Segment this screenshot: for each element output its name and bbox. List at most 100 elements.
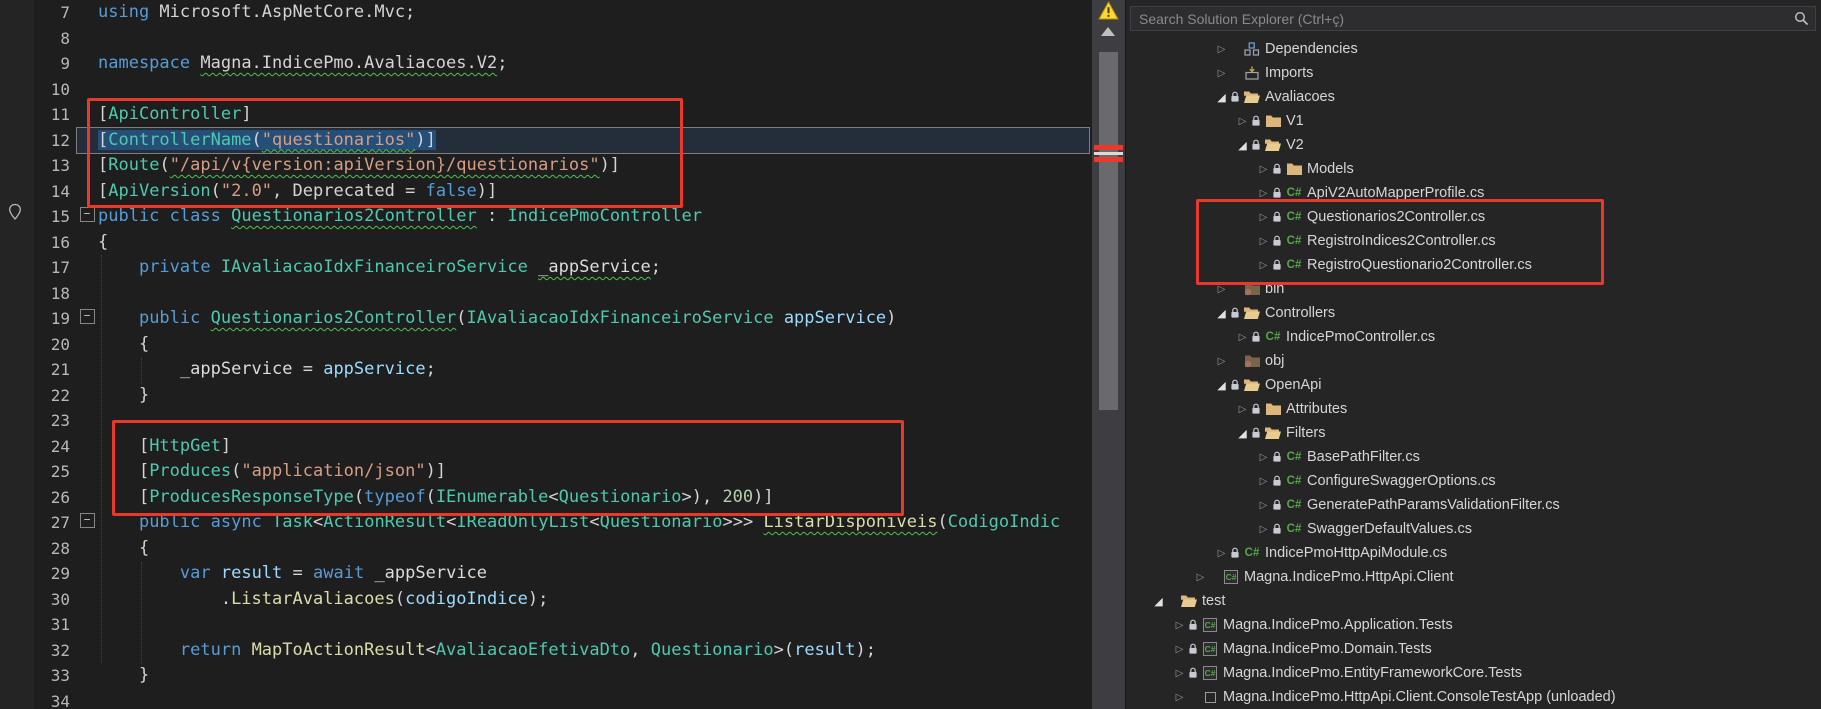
tree-item-registroindices2controller-cs[interactable]: ▷ C# RegistroIndices2Controller.cs	[1126, 229, 1821, 253]
chevron-collapsed-icon[interactable]: ▷	[1171, 620, 1188, 631]
tree-item-openapi[interactable]: ◢ OpenApi	[1126, 373, 1821, 397]
margin-pin-icon[interactable]	[7, 203, 23, 226]
code-line-15[interactable]: 15− public class Questionarios2Controller…	[0, 204, 1092, 230]
code-line-20[interactable]: 20 {	[0, 332, 1092, 358]
tree-item-apiv2automapperprofile-cs[interactable]: ▷ C# ApiV2AutoMapperProfile.cs	[1126, 181, 1821, 205]
chevron-expanded-icon[interactable]: ◢	[1234, 139, 1251, 152]
code-line-31[interactable]: 31	[0, 612, 1092, 638]
chevron-expanded-icon[interactable]: ◢	[1213, 91, 1230, 104]
code-line-17[interactable]: 17 private IAvaliacaoIdxFinanceiroServic…	[0, 255, 1092, 281]
fold-collapse-icon[interactable]: −	[76, 204, 98, 230]
tree-item-magna-indicepmo-httpapi-client-consoletestapp-unloaded[interactable]: ▷ Magna.IndicePmo.HttpApi.Client.ConsoleT…	[1126, 685, 1821, 709]
chevron-collapsed-icon[interactable]: ▷	[1255, 452, 1272, 463]
code-line-34[interactable]: 34	[0, 689, 1092, 709]
code-line-11[interactable]: 11 [ApiController]	[0, 102, 1092, 128]
chevron-collapsed-icon[interactable]: ▷	[1213, 548, 1230, 559]
code-line-32[interactable]: 32 return MapToActionResult<AvaliacaoEfe…	[0, 638, 1092, 664]
warning-triangle-icon[interactable]	[1098, 0, 1119, 25]
chevron-collapsed-icon[interactable]: ▷	[1192, 572, 1209, 583]
chevron-collapsed-icon[interactable]: ▷	[1255, 500, 1272, 511]
chevron-expanded-icon[interactable]: ◢	[1213, 307, 1230, 320]
tree-item-questionarios2controller-cs[interactable]: ▷ C# Questionarios2Controller.cs	[1126, 205, 1821, 229]
vertical-scrollbar[interactable]	[1092, 0, 1125, 709]
line-number: 14	[50, 181, 70, 201]
code-line-28[interactable]: 28 {	[0, 536, 1092, 562]
code-editor[interactable]: 7 using Microsoft.AspNetCore.Mvc; 8 9 namesp…	[0, 0, 1092, 709]
code-line-26[interactable]: 26 [ProducesResponseType(typeof(IEnumera…	[0, 485, 1092, 511]
code-line-8[interactable]: 8	[0, 26, 1092, 52]
chevron-collapsed-icon[interactable]: ▷	[1171, 692, 1188, 703]
code-line-33[interactable]: 33 }	[0, 663, 1092, 689]
fold-collapse-icon[interactable]: −	[76, 510, 98, 536]
code-line-7[interactable]: 7 using Microsoft.AspNetCore.Mvc;	[0, 0, 1092, 26]
tree-item-v1[interactable]: ▷ V1	[1126, 109, 1821, 133]
scrollbar-thumb[interactable]	[1099, 52, 1118, 410]
code-line-21[interactable]: 21 _appService = appService;	[0, 357, 1092, 383]
chevron-collapsed-icon[interactable]: ▷	[1255, 260, 1272, 271]
code-line-24[interactable]: 24 [HttpGet]	[0, 434, 1092, 460]
tree-item-avaliacoes[interactable]: ◢ Avaliacoes	[1126, 85, 1821, 109]
line-number: 16	[50, 232, 70, 252]
code-line-30[interactable]: 30 .ListarAvaliacoes(codigoIndice);	[0, 587, 1092, 613]
code-line-10[interactable]: 10	[0, 77, 1092, 103]
tree-item-registroquestionario2controller-cs[interactable]: ▷ C# RegistroQuestionario2Controller.cs	[1126, 253, 1821, 277]
code-line-18[interactable]: 18	[0, 281, 1092, 307]
chevron-collapsed-icon[interactable]: ▷	[1213, 356, 1230, 367]
chevron-collapsed-icon[interactable]: ▷	[1255, 164, 1272, 175]
tree-item-indicepmocontroller-cs[interactable]: ▷ C# IndicePmoController.cs	[1126, 325, 1821, 349]
chevron-collapsed-icon[interactable]: ▷	[1255, 476, 1272, 487]
tree-item-v2[interactable]: ◢ V2	[1126, 133, 1821, 157]
chevron-collapsed-icon[interactable]: ▷	[1234, 332, 1251, 343]
tree-item-dependencies[interactable]: ▷ Dependencies	[1126, 37, 1821, 61]
chevron-collapsed-icon[interactable]: ▷	[1213, 44, 1230, 55]
fold-collapse-icon[interactable]: −	[76, 306, 98, 332]
tree-item-basepathfilter-cs[interactable]: ▷ C# BasePathFilter.cs	[1126, 445, 1821, 469]
code-line-29[interactable]: 29 var result = await _appService	[0, 561, 1092, 587]
code-line-9[interactable]: 9 namespace Magna.IndicePmo.Avaliacoes.V2…	[0, 51, 1092, 77]
tree-item-generatepathparamsvalidationfilter-cs[interactable]: ▷ C# GeneratePathParamsValidationFilter.cs	[1126, 493, 1821, 517]
tree-item-imports[interactable]: ▷ Imports	[1126, 61, 1821, 85]
tree-item-magna-indicepmo-application-tests[interactable]: ▷ C# Magna.IndicePmo.Application.Tests	[1126, 613, 1821, 637]
chevron-collapsed-icon[interactable]: ▷	[1255, 212, 1272, 223]
code-line-16[interactable]: 16 {	[0, 230, 1092, 256]
code-text: [Route("/api/v{version:apiVersion}/quest…	[98, 155, 621, 175]
chevron-collapsed-icon[interactable]: ▷	[1255, 188, 1272, 199]
tree-item-indicepmohttpapimodule-cs[interactable]: ▷ C# IndicePmoHttpApiModule.cs	[1126, 541, 1821, 565]
code-line-12[interactable]: 12 [ControllerName("questionarios")]	[0, 128, 1092, 154]
code-line-14[interactable]: 14 [ApiVersion("2.0", Deprecated = false)…	[0, 179, 1092, 205]
tree-item-filters[interactable]: ◢ Filters	[1126, 421, 1821, 445]
chevron-collapsed-icon[interactable]: ▷	[1234, 404, 1251, 415]
code-line-23[interactable]: 23	[0, 408, 1092, 434]
code-line-19[interactable]: 19− public Questionarios2Controller(IAva…	[0, 306, 1092, 332]
code-line-27[interactable]: 27− public async Task<ActionResult<IRead…	[0, 510, 1092, 536]
lock-icon	[1272, 499, 1284, 511]
chevron-collapsed-icon[interactable]: ▷	[1234, 116, 1251, 127]
chevron-collapsed-icon[interactable]: ▷	[1171, 668, 1188, 679]
tree-item-swaggerdefaultvalues-cs[interactable]: ▷ C# SwaggerDefaultValues.cs	[1126, 517, 1821, 541]
code-line-22[interactable]: 22 }	[0, 383, 1092, 409]
tree-item-configureswaggeroptions-cs[interactable]: ▷ C# ConfigureSwaggerOptions.cs	[1126, 469, 1821, 493]
tree-item-test[interactable]: ◢ test	[1126, 589, 1821, 613]
tree-item-attributes[interactable]: ▷ Attributes	[1126, 397, 1821, 421]
tree-item-magna-indicepmo-entityframeworkcore-tests[interactable]: ▷ C# Magna.IndicePmo.EntityFrameworkCore.T…	[1126, 661, 1821, 685]
code-line-25[interactable]: 25 [Produces("application/json")]	[0, 459, 1092, 485]
search-input[interactable]	[1130, 6, 1816, 31]
chevron-collapsed-icon[interactable]: ▷	[1171, 644, 1188, 655]
code-line-13[interactable]: 13 [Route("/api/v{version:apiVersion}/que…	[0, 153, 1092, 179]
chevron-expanded-icon[interactable]: ◢	[1213, 379, 1230, 392]
tree-item-magna-indicepmo-domain-tests[interactable]: ▷ C# Magna.IndicePmo.Domain.Tests	[1126, 637, 1821, 661]
chevron-collapsed-icon[interactable]: ▷	[1213, 284, 1230, 295]
chevron-collapsed-icon[interactable]: ▷	[1255, 524, 1272, 535]
chevron-expanded-icon[interactable]: ◢	[1150, 595, 1167, 608]
chevron-collapsed-icon[interactable]: ▷	[1255, 236, 1272, 247]
search-icon[interactable]	[1794, 11, 1809, 31]
tree-item-bin[interactable]: ▷ bin	[1126, 277, 1821, 301]
tree-item-obj[interactable]: ▷ obj	[1126, 349, 1821, 373]
tree-item-magna-indicepmo-httpapi-client[interactable]: ▷ C# Magna.IndicePmo.HttpApi.Client	[1126, 565, 1821, 589]
tree-item-controllers[interactable]: ◢ Controllers	[1126, 301, 1821, 325]
tree-item-models[interactable]: ▷ Models	[1126, 157, 1821, 181]
chevron-collapsed-icon[interactable]: ▷	[1213, 68, 1230, 79]
chevron-expanded-icon[interactable]: ◢	[1234, 427, 1251, 440]
scrollbar-up-arrow[interactable]	[1101, 27, 1115, 36]
